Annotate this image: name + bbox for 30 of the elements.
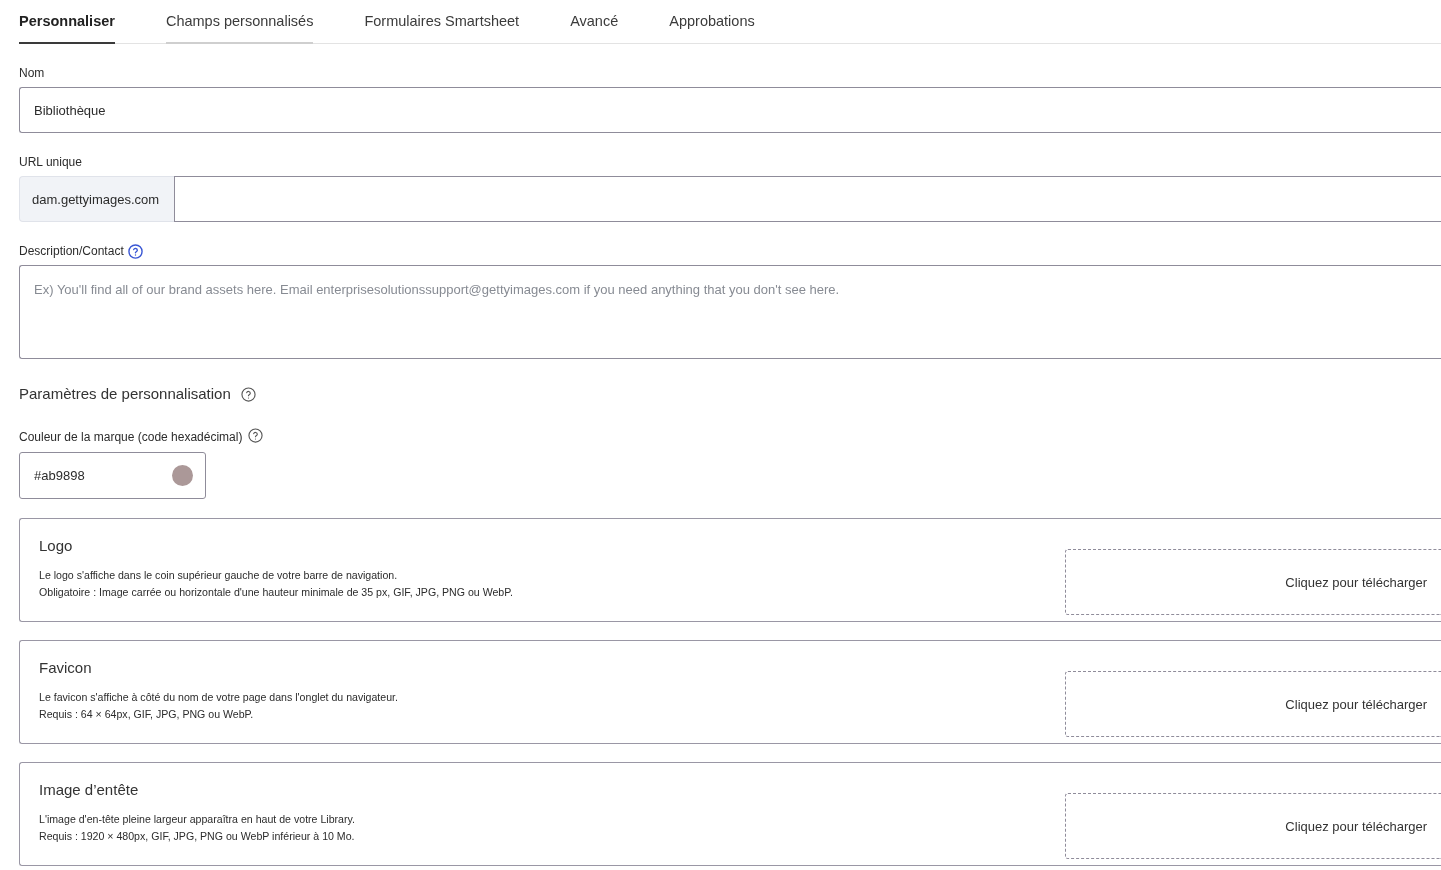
card-title: Image d’entête	[39, 780, 140, 800]
upload-hint: L'image d'en-tête pleine largeur apparaîtra en haut de votre Library.	[39, 812, 356, 827]
help-icon[interactable]	[248, 427, 264, 443]
tab[interactable]: Approbations	[669, 0, 755, 44]
field-label: URL unique	[19, 154, 82, 170]
upload-hint: Requis : 1920 × 480px, GIF, JPG, PNG ou WebP inférieur à 10 Mo.	[39, 829, 356, 844]
help-icon[interactable]	[127, 243, 143, 259]
field-label: Couleur de la marque (code hexadécimal)	[19, 429, 243, 445]
upload-hint: Le logo s'affiche dans le coin supérieur gauche de votre barre de navigation.	[39, 568, 399, 583]
section-title: Paramètres de personnalisation	[19, 384, 231, 404]
url-input[interactable]	[174, 176, 1441, 222]
upload-dropzone[interactable]: Cliquez pour télécharger	[1065, 793, 1441, 859]
upload-dropzone[interactable]: Cliquez pour télécharger	[1065, 549, 1441, 615]
name-input[interactable]: Bibliothèque	[19, 87, 1441, 133]
upload-hint: Requis : 64 × 64px, GIF, JPG, PNG ou WebP.	[39, 707, 255, 722]
card-title: Logo	[39, 536, 74, 556]
field-label: Nom	[19, 65, 45, 81]
tab[interactable]: Personnaliser	[19, 0, 115, 44]
description-textarea[interactable]: Ex) You'll find all of our brand assets here. Email enterprisesolutionssupport@gettyimages.com if you need anything that you don't see here.	[19, 265, 1441, 359]
url-prefix: dam.gettyimages.com	[19, 176, 174, 222]
field-label: Description/Contact	[19, 243, 124, 259]
tab[interactable]: Champs personnalisés	[165, 0, 314, 44]
upload-hint: Obligatoire : Image carrée ou horizontale d'une hauteur minimale de 35 px, GIF, JPG, PNG ou WebP.	[39, 585, 514, 600]
tab[interactable]: Avancé	[570, 0, 619, 44]
tab[interactable]: Formulaires Smartsheet	[364, 0, 520, 44]
help-icon[interactable]	[240, 386, 256, 402]
upload-hint: Le favicon s'affiche à côté du nom de votre page dans l'onglet du navigateur.	[39, 690, 399, 705]
upload-dropzone[interactable]: Cliquez pour télécharger	[1065, 671, 1441, 737]
card-title: Favicon	[39, 658, 93, 678]
color-input[interactable]: #ab9898	[19, 452, 206, 499]
